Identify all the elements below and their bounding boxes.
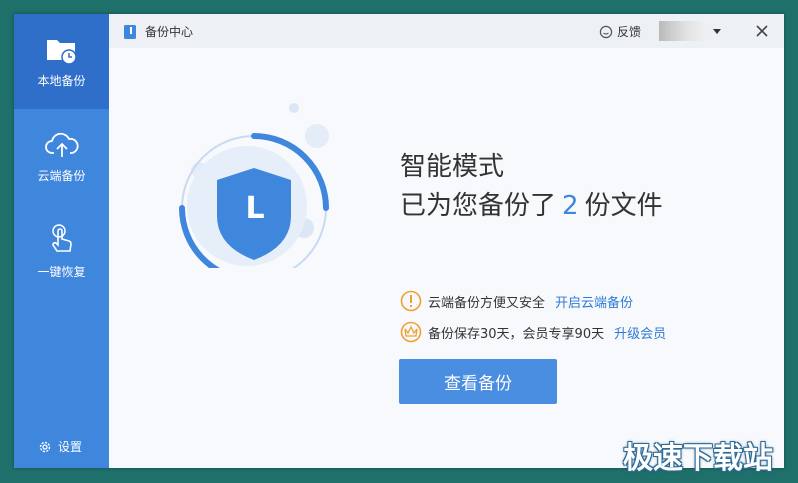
- upgrade-vip-link[interactable]: 升级会员: [614, 323, 666, 342]
- main-content: L 智能模式 已为您备份了 2 份文件 云端备份方便又安全 开启云端备份 备份保存3…: [109, 48, 784, 468]
- cloud-upload-icon: [44, 132, 79, 157]
- sidebar-item-label: 云端备份: [37, 169, 86, 183]
- chat-bubble-icon: [599, 25, 613, 38]
- watermark: 极速下载站: [623, 441, 773, 476]
- cloud-notice: 云端备份方便又安全 开启云端备份: [400, 290, 633, 312]
- vip-notice-text: 备份保存30天，会员专享90天: [428, 326, 605, 342]
- titlebar: 备份中心 反馈: [109, 14, 784, 48]
- backup-count: 2: [562, 191, 579, 221]
- status-suffix: 份文件: [584, 191, 663, 221]
- feedback-label: 反馈: [617, 25, 642, 39]
- sidebar-item-label: 本地备份: [37, 74, 86, 88]
- window-title: 备份中心: [145, 24, 194, 39]
- settings-button[interactable]: 设置: [38, 438, 82, 455]
- status-prefix: 已为您备份了: [400, 191, 557, 221]
- backup-status: 已为您备份了 2 份文件: [400, 185, 663, 222]
- enable-cloud-backup-link[interactable]: 开启云端备份: [555, 292, 633, 311]
- shield-icon: [179, 103, 329, 283]
- shield-letter: L: [245, 191, 265, 226]
- gear-icon: [39, 441, 51, 452]
- account-dropdown[interactable]: [659, 21, 721, 41]
- feedback-button[interactable]: 反馈: [599, 23, 641, 40]
- crown-icon: [400, 321, 422, 343]
- sidebar-item-label: 一键恢复: [37, 265, 86, 279]
- chevron-down-icon: [713, 28, 721, 34]
- mode-title: 智能模式: [400, 152, 505, 182]
- tap-hand-icon: [51, 224, 72, 252]
- view-backup-button[interactable]: 查看备份: [399, 359, 557, 404]
- sidebar-item-local-backup[interactable]: 本地备份: [14, 14, 109, 109]
- sidebar-item-cloud-backup[interactable]: 云端备份: [14, 109, 109, 204]
- vip-notice: 备份保存30天，会员专享90天 升级会员: [400, 321, 666, 343]
- local-folder-icon: [46, 40, 77, 65]
- avatar: [659, 21, 706, 41]
- app-logo-icon: [124, 24, 137, 39]
- cloud-notice-text: 云端备份方便又安全: [428, 295, 546, 311]
- close-button[interactable]: [749, 18, 775, 44]
- close-icon: [756, 25, 768, 37]
- shield-illustration: L: [159, 88, 339, 283]
- sidebar: 本地备份 云端备份 一键恢复 设置: [14, 14, 109, 468]
- settings-label: 设置: [58, 440, 83, 454]
- warning-icon: [400, 290, 422, 312]
- sidebar-item-one-click-restore[interactable]: 一键恢复: [14, 204, 109, 299]
- backup-center-window: 本地备份 云端备份 一键恢复 设置 备份中心 反馈 L 智能模式 已为您备份了 …: [14, 14, 784, 468]
